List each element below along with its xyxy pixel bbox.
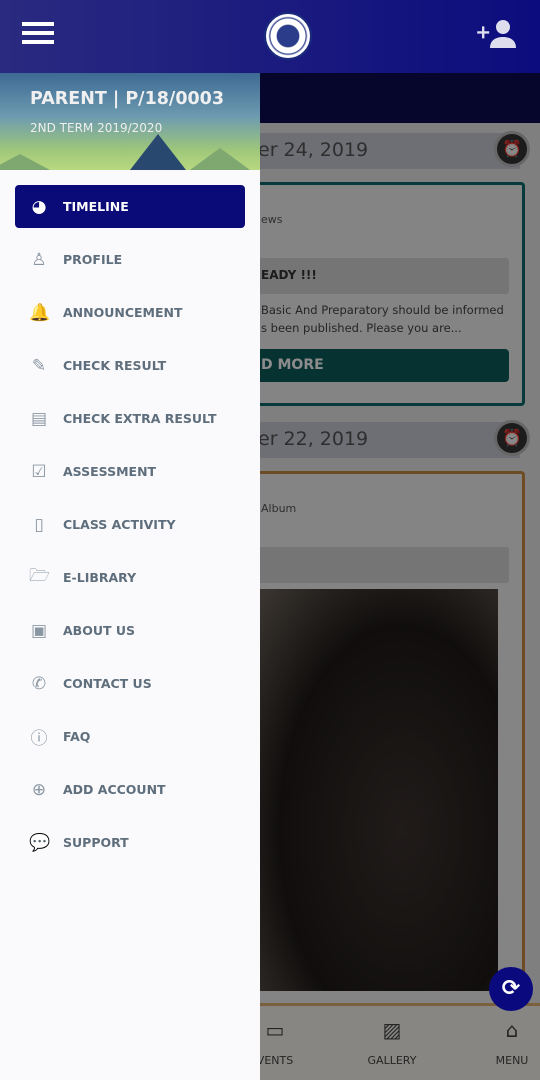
menu-item-e-library[interactable]: 🗁 E-LIBRARY [15, 556, 245, 599]
menu-item-assessment[interactable]: ☑ ASSESSMENT [15, 450, 245, 493]
menu-item-label: SUPPORT [63, 835, 129, 850]
menu-item-timeline[interactable]: ◕ TIMELINE [15, 185, 245, 228]
menu-item-label: CLASS ACTIVITY [63, 517, 176, 532]
hamburger-icon[interactable] [22, 22, 54, 44]
refresh-button[interactable]: ⟳ [489, 967, 533, 1011]
bell-icon: 🔔 [29, 302, 51, 323]
menu-item-check-result[interactable]: ✎ CHECK RESULT [15, 344, 245, 387]
refresh-icon: ⟳ [501, 976, 521, 1001]
menu-item-label: TIMELINE [63, 199, 129, 214]
user-title: PARENT | P/18/0003 [30, 89, 225, 109]
app-header [0, 0, 540, 73]
term-label: 2ND TERM 2019/2020 [30, 121, 163, 135]
edit-icon: ✎ [31, 355, 47, 376]
add-user-icon[interactable] [476, 18, 518, 48]
menu-item-label: ADD ACCOUNT [63, 782, 166, 797]
folder-open-icon: 🗁 [29, 566, 51, 586]
newspaper-icon: ▤ [30, 408, 48, 429]
menu-item-label: FAQ [63, 729, 91, 744]
menu-item-check-extra-result[interactable]: ▤ CHECK EXTRA RESULT [15, 397, 245, 440]
comments-icon: 💬 [29, 832, 51, 853]
school-logo [264, 12, 312, 60]
menu-item-class-activity[interactable]: ▯ CLASS ACTIVITY [15, 503, 245, 546]
menu-item-label: ANNOUNCEMENT [63, 305, 183, 320]
menu-item-profile[interactable]: ♙ PROFILE [15, 238, 245, 281]
menu-item-label: CHECK RESULT [63, 358, 167, 373]
menu-item-about-us[interactable]: ▣ ABOUT US [15, 609, 245, 652]
phone-icon: ✆ [31, 673, 47, 694]
menu-item-label: E-LIBRARY [63, 570, 137, 585]
menu-item-label: CHECK EXTRA RESULT [63, 411, 217, 426]
check-square-icon: ☑ [31, 461, 47, 482]
menu-item-announcement[interactable]: 🔔 ANNOUNCEMENT [15, 291, 245, 334]
info-icon: ⓘ [30, 729, 48, 749]
id-card-icon: ▣ [30, 620, 48, 641]
drawer-header: PARENT | P/18/0003 2ND TERM 2019/2020 [0, 73, 260, 170]
menu-item-contact-us[interactable]: ✆ CONTACT US [15, 662, 245, 705]
menu-item-label: CONTACT US [63, 676, 152, 691]
menu-item-label: ABOUT US [63, 623, 136, 638]
menu-item-label: ASSESSMENT [63, 464, 157, 479]
person-pin-icon: ♙ [31, 249, 47, 270]
menu-item-label: PROFILE [63, 252, 123, 267]
dashboard-icon: ◕ [31, 196, 47, 217]
file-icon: ▯ [34, 514, 44, 535]
navigation-drawer: PARENT | P/18/0003 2ND TERM 2019/2020 ◕ T… [0, 73, 260, 1080]
menu-item-add-account[interactable]: ⊕ ADD ACCOUNT [15, 768, 245, 811]
menu-item-faq[interactable]: ⓘ FAQ [15, 715, 245, 758]
plus-circle-icon: ⊕ [31, 779, 47, 800]
menu-item-support[interactable]: 💬 SUPPORT [15, 821, 245, 864]
